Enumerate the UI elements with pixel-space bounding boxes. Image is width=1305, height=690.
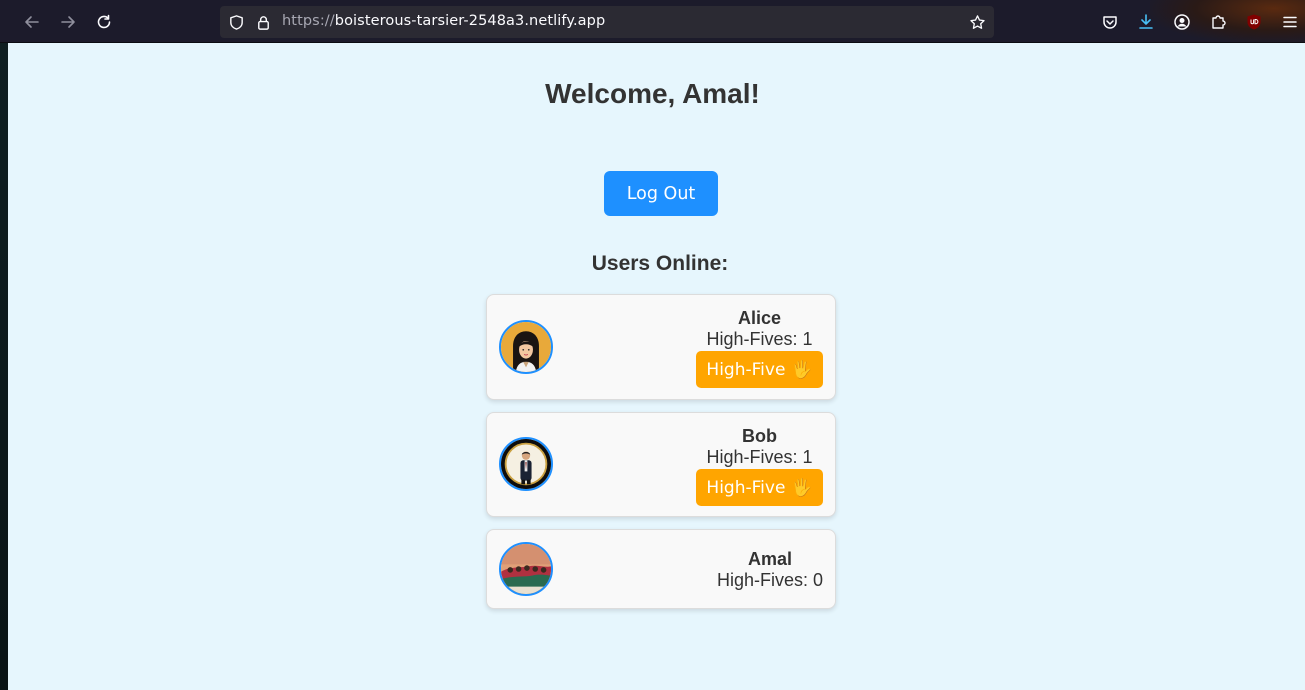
user-info-amal: Amal High-Fives: 0 <box>717 549 823 591</box>
puzzle-icon <box>1212 15 1226 29</box>
hamburger-menu-icon <box>1283 16 1297 28</box>
back-button[interactable] <box>18 8 46 36</box>
forward-arrow-icon <box>61 16 75 28</box>
high-five-count: High-Fives: 1 <box>706 329 813 349</box>
ublock-shield-icon <box>1247 14 1261 30</box>
user-card-amal: Amal High-Fives: 0 <box>486 529 836 609</box>
star-bookmark-icon[interactable] <box>968 13 986 31</box>
downloads-button[interactable] <box>1132 8 1160 36</box>
raised-hand-icon: 🖐 <box>791 359 813 380</box>
user-card-bob: Bob High-Fives: 1 High-Five 🖐 <box>486 412 836 517</box>
lock-icon[interactable] <box>254 13 272 31</box>
reload-button[interactable] <box>90 8 118 36</box>
high-five-count: High-Fives: 0 <box>716 570 823 590</box>
side-strip <box>0 43 8 690</box>
welcome-heading: Welcome, Amal! <box>545 78 760 109</box>
download-icon <box>1139 14 1153 29</box>
high-five-count: High-Fives: 1 <box>706 447 813 467</box>
avatar-amal <box>499 542 553 596</box>
users-online-heading: Users Online: <box>591 252 729 275</box>
pocket-button[interactable] <box>1096 8 1124 36</box>
user-info-bob: Bob High-Fives: 1 High-Five 🖐 <box>696 426 823 506</box>
forward-button[interactable] <box>54 8 82 36</box>
logout-button[interactable]: Log Out <box>604 171 718 216</box>
user-name: Amal <box>747 549 792 569</box>
user-name: Bob <box>742 426 777 446</box>
avatar-alice <box>499 320 553 374</box>
raised-hand-icon: 🖐 <box>791 477 813 498</box>
browser-toolbar: https://boisterous-tarsier-2548a3.netlif… <box>0 0 1305 43</box>
avatar-bob <box>499 437 553 491</box>
user-name: Alice <box>737 308 782 328</box>
back-arrow-icon <box>25 16 39 28</box>
extensions-button[interactable] <box>1204 8 1232 36</box>
user-info-alice: Alice High-Fives: 1 High-Five 🖐 <box>696 308 823 388</box>
reload-icon <box>97 14 111 29</box>
pocket-icon <box>1103 16 1117 29</box>
high-five-label: High-Five <box>706 477 786 498</box>
url-host: boisterous-tarsier-2548a3.netlify.app <box>334 13 606 29</box>
account-icon <box>1174 14 1190 30</box>
high-five-label: High-Five <box>706 359 786 380</box>
ublock-button[interactable] <box>1240 8 1268 36</box>
high-five-button-alice[interactable]: High-Five 🖐 <box>696 351 823 388</box>
shield-icon[interactable] <box>227 13 245 31</box>
address-bar[interactable]: https://boisterous-tarsier-2548a3.netlif… <box>220 6 994 38</box>
high-five-button-bob[interactable]: High-Five 🖐 <box>696 469 823 506</box>
url-scheme: https:// <box>282 13 335 29</box>
url-text[interactable]: https://boisterous-tarsier-2548a3.netlif… <box>282 13 605 29</box>
user-card-alice: Alice High-Fives: 1 High-Five 🖐 <box>486 294 836 400</box>
menu-button[interactable] <box>1276 8 1304 36</box>
account-button[interactable] <box>1168 8 1196 36</box>
